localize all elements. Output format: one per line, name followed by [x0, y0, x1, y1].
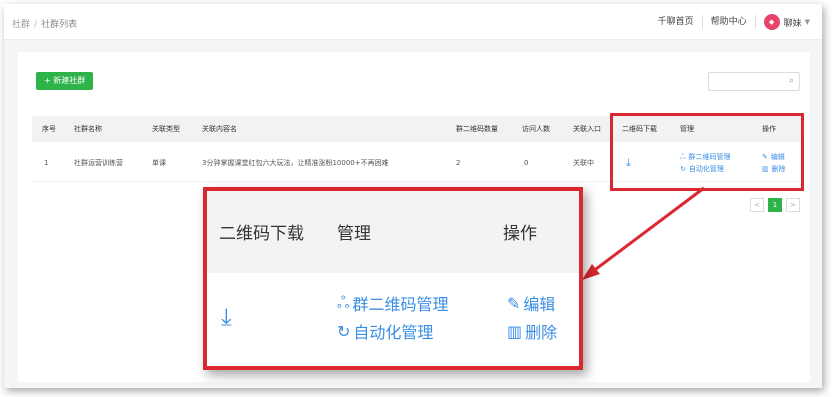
zoom-automation-manage: ↻ 自动化管理	[337, 319, 433, 343]
zoom-delete: ▥ 删除	[507, 319, 557, 343]
zoom-header-download: 二维码下载	[219, 224, 304, 244]
zoom-qr-manage-label: 群二维码管理	[352, 295, 449, 314]
zoom-edit-label: 编辑	[523, 295, 556, 314]
pencil-icon: ✎	[507, 293, 521, 313]
trash-icon: ▥	[507, 321, 523, 341]
zoom-callout: 二维码下载 管理 操作 ⤓ ஃ 群二维码管理 ↻ 自动化管理 ✎ 编辑 ▥ 删除	[203, 187, 583, 370]
users-add-icon: ஃ	[337, 292, 350, 312]
zoom-automation-label: 自动化管理	[353, 323, 434, 342]
zoom-qr-manage: ஃ 群二维码管理	[337, 291, 449, 315]
zoom-edit: ✎ 编辑	[507, 291, 555, 315]
screenshot-frame: 社群 / 社群列表 千聊首页 帮助中心 ◆ 聊妹 ▼ + 新建社群 ⌕ 序号 社群名…	[4, 4, 822, 388]
zoom-download-icon: ⤓	[221, 303, 232, 331]
zoom-header-manage: 管理	[337, 224, 371, 244]
zoom-header: 二维码下载 管理 操作	[207, 191, 579, 273]
zoom-header-actions: 操作	[503, 224, 537, 244]
zoom-row: ⤓ ஃ 群二维码管理 ↻ 自动化管理 ✎ 编辑 ▥ 删除	[207, 273, 579, 366]
zoom-delete-label: 删除	[525, 323, 558, 342]
headset-icon: ↻	[337, 321, 351, 341]
